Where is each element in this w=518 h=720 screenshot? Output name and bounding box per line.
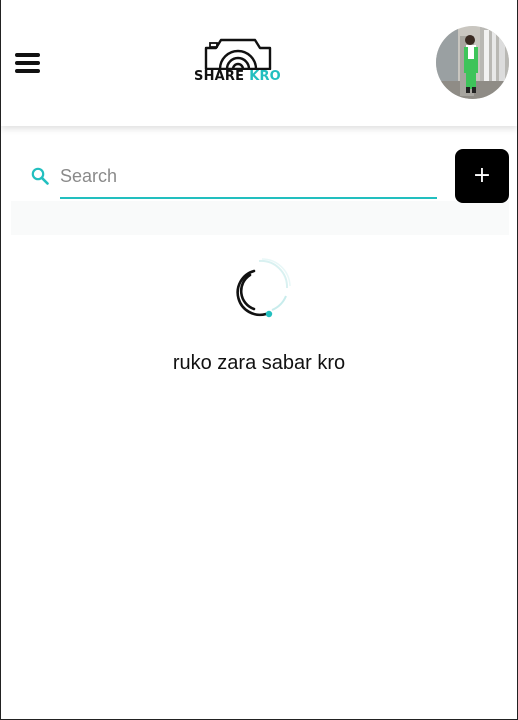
search-input[interactable] xyxy=(60,160,437,199)
menu-bar xyxy=(15,69,40,73)
brand-name: SHARE KRO xyxy=(194,69,281,84)
menu-bar xyxy=(15,61,40,65)
brand-word-kro: KRO xyxy=(249,69,281,84)
menu-bar xyxy=(15,53,40,57)
loading-spinner-icon xyxy=(236,258,291,318)
app-frame: SHARE KRO Search + ruko zara sabar kro xyxy=(0,0,518,720)
user-avatar[interactable] xyxy=(436,26,509,99)
search-icon[interactable] xyxy=(31,167,49,185)
camera-logo-icon xyxy=(204,38,272,70)
menu-icon[interactable] xyxy=(15,51,41,75)
search-bar-shade xyxy=(11,201,509,235)
add-pin-button[interactable]: + xyxy=(455,149,509,203)
brand-word-share: SHARE xyxy=(194,69,245,84)
search-bar: + xyxy=(11,140,511,235)
loading-message: ruko zara sabar kro xyxy=(172,352,346,374)
brand-logo[interactable]: SHARE KRO xyxy=(194,36,284,88)
avatar-image xyxy=(436,26,509,99)
navbar: SHARE KRO xyxy=(1,0,517,126)
